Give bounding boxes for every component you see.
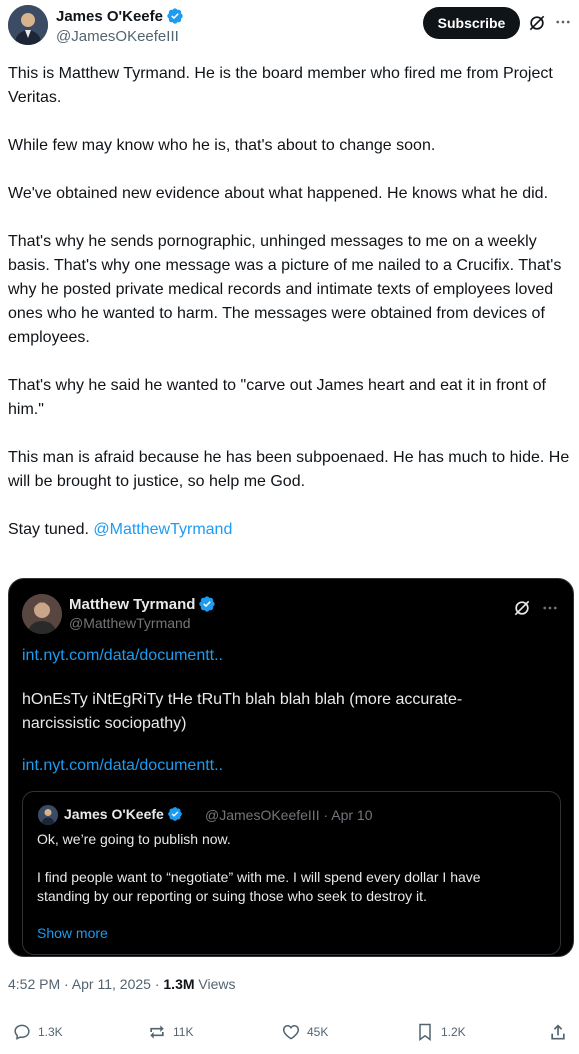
quoted-author-name-text: Matthew Tyrmand bbox=[69, 595, 196, 613]
tweet-paragraph: While few may know who he is, that's abo… bbox=[8, 137, 436, 154]
inner-tweet-text: I find people want to “negotiate” with m… bbox=[37, 869, 481, 904]
views-label: Views bbox=[194, 976, 236, 992]
reply-icon bbox=[14, 1024, 30, 1040]
quoted-author-handle[interactable]: @MatthewTyrmand bbox=[69, 615, 191, 631]
quoted-body-text: hOnEsTy iNtEgRiTy tHe tRuTh blah blah bl… bbox=[22, 691, 463, 732]
inner-author-handle-date: @JamesOKeefeIII · Apr 10 bbox=[205, 807, 373, 823]
subscribe-button[interactable]: Subscribe bbox=[423, 7, 520, 39]
tweet-paragraph: We've obtained new evidence about what h… bbox=[8, 185, 549, 202]
share-icon bbox=[551, 1024, 565, 1040]
quoted-author-avatar[interactable] bbox=[22, 594, 62, 634]
author-avatar[interactable] bbox=[8, 5, 48, 45]
like-count: 45K bbox=[307, 1025, 329, 1039]
repost-count: 11K bbox=[173, 1025, 194, 1039]
author-name[interactable]: James O'Keefe bbox=[56, 7, 184, 25]
inner-quoted-tweet[interactable]: James O'Keefe @JamesOKeefeIII · Apr 10 O… bbox=[22, 791, 561, 955]
inner-tweet-text: Ok, we’re going to publish now. bbox=[37, 831, 231, 847]
repost-button[interactable]: 11K bbox=[147, 1022, 193, 1042]
verified-badge-icon bbox=[199, 596, 216, 612]
quoted-tweet-card[interactable]: Matthew Tyrmand @MatthewTyrmand int.nyt.… bbox=[8, 578, 574, 957]
more-icon[interactable] bbox=[540, 598, 560, 618]
reply-button[interactable]: 1.3K bbox=[12, 1022, 63, 1042]
tweet-header: James O'Keefe @JamesOKeefeIII Subscribe bbox=[0, 0, 579, 56]
author-handle[interactable]: @JamesOKeefeIII bbox=[56, 28, 179, 45]
bookmark-count: 1.2K bbox=[441, 1025, 466, 1039]
inner-author-name-text: James O'Keefe bbox=[64, 806, 164, 822]
timestamp[interactable]: 4:52 PM · Apr 11, 2025 · bbox=[8, 976, 163, 992]
verified-badge-icon bbox=[168, 807, 182, 821]
grok-icon[interactable] bbox=[512, 598, 532, 618]
tweet-meta: 4:52 PM · Apr 11, 2025 · 1.3M Views bbox=[8, 976, 236, 992]
tweet-paragraph: This is Matthew Tyrmand. He is the board… bbox=[8, 65, 553, 106]
inner-author-name: James O'Keefe bbox=[64, 806, 183, 822]
like-icon bbox=[282, 1024, 300, 1040]
bookmark-icon bbox=[419, 1023, 431, 1041]
tweet-paragraph: That's why he sends pornographic, unhing… bbox=[8, 233, 562, 346]
action-bar: 1.3K 11K 45K 1.2K bbox=[0, 1022, 579, 1050]
tweet-closing: Stay tuned. @MatthewTyrmand bbox=[8, 518, 570, 542]
closing-text: Stay tuned. bbox=[8, 521, 94, 538]
show-more-link[interactable]: Show more bbox=[37, 925, 108, 941]
verified-badge-icon bbox=[167, 8, 183, 24]
like-button[interactable]: 45K bbox=[281, 1022, 328, 1042]
repost-icon bbox=[150, 1025, 164, 1039]
more-icon[interactable] bbox=[553, 12, 573, 32]
bookmark-button[interactable]: 1.2K bbox=[415, 1022, 466, 1042]
reply-count: 1.3K bbox=[38, 1025, 63, 1039]
author-name-text: James O'Keefe bbox=[56, 7, 163, 25]
inner-author-avatar bbox=[38, 805, 58, 825]
tweet-paragraph: That's why he said he wanted to "carve o… bbox=[8, 377, 546, 418]
quoted-author-name[interactable]: Matthew Tyrmand bbox=[69, 595, 216, 613]
mention-link[interactable]: @MatthewTyrmand bbox=[93, 521, 232, 538]
tweet-paragraph: This man is afraid because he has been s… bbox=[8, 449, 570, 490]
share-button[interactable] bbox=[548, 1022, 568, 1042]
views-count: 1.3M bbox=[163, 976, 195, 992]
tweet-text: This is Matthew Tyrmand. He is the board… bbox=[8, 62, 570, 542]
quoted-link[interactable]: int.nyt.com/data/documentt.. bbox=[22, 647, 223, 665]
quoted-link[interactable]: int.nyt.com/data/documentt.. bbox=[22, 757, 223, 775]
grok-icon[interactable] bbox=[527, 13, 547, 33]
